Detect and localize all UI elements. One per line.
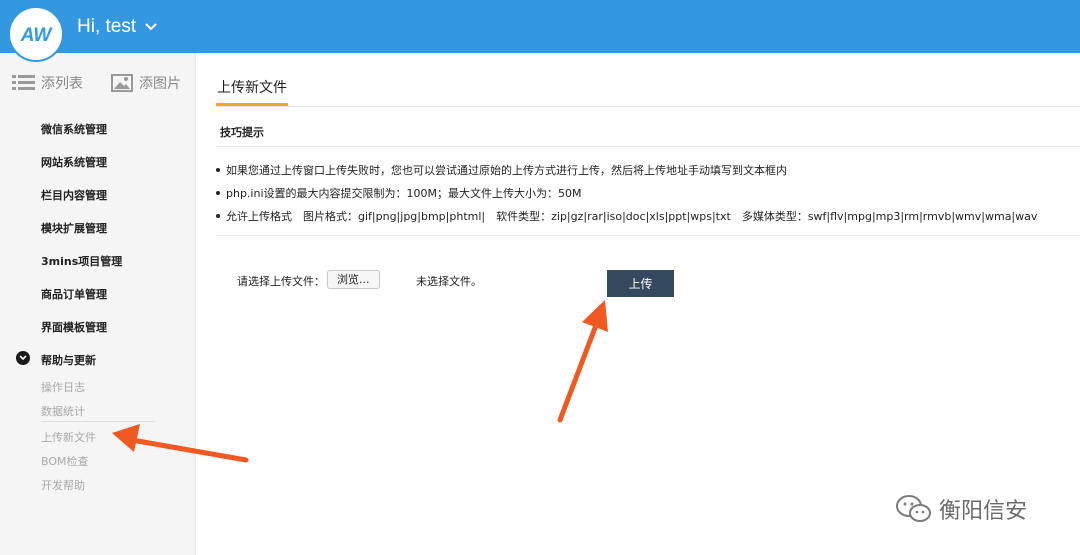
top-bar: Hi, test [0, 0, 1080, 53]
submenu-upload-file[interactable]: 上传新文件 [41, 429, 96, 445]
tips-divider-bottom [216, 235, 1080, 236]
add-list-button[interactable]: 添列表 [12, 73, 83, 93]
tip-text: 如果您通过上传窗口上传失败时，您也可以尝试通过原始的上传方式进行上传，然后将上传… [226, 164, 787, 177]
submenu-dev-help[interactable]: 开发帮助 [41, 477, 85, 493]
bullet-icon [216, 168, 220, 172]
menu-help-update[interactable]: 帮助与更新 [41, 352, 96, 368]
tips-title: 技巧提示 [220, 126, 264, 139]
menu-3mins-project[interactable]: 3mins项目管理 [41, 253, 122, 269]
add-image-button[interactable]: 添图片 [111, 73, 181, 93]
main-content: 上传新文件 技巧提示 如果您通过上传窗口上传失败时，您也可以尝试通过原始的上传方… [196, 53, 1080, 555]
tab-upload-file[interactable]: 上传新文件 [216, 77, 288, 97]
tip-text: 允许上传格式 图片格式：gif|png|jpg|bmp|phtml| 软件类型：… [226, 210, 1038, 223]
list-icon [12, 75, 35, 90]
menu-interface-template[interactable]: 界面模板管理 [41, 319, 107, 335]
menu-column-content[interactable]: 栏目内容管理 [41, 187, 107, 203]
browse-button[interactable]: 浏览... [327, 270, 380, 289]
chevron-down-icon [144, 16, 158, 38]
watermark: 衡阳信安 [895, 493, 1027, 525]
bullet-icon [216, 214, 220, 218]
sidebar: 添列表 添图片 微信系统管理 网站系统管理 栏目内容管理 模块扩展管理 3min… [0, 53, 196, 555]
tips-divider-top [216, 146, 1080, 147]
tip-item: php.ini设置的最大内容提交限制为：100M；最大文件上传大小为：50M [216, 185, 582, 201]
tab-bar: 上传新文件 [216, 53, 1080, 107]
upload-label: 请选择上传文件： [237, 275, 325, 288]
logo-icon: AW [20, 25, 54, 45]
tip-item: 允许上传格式 图片格式：gif|png|jpg|bmp|phtml| 软件类型：… [216, 208, 1037, 224]
wechat-icon [896, 495, 931, 522]
add-image-label: 添图片 [139, 76, 181, 92]
image-icon [111, 74, 133, 92]
svg-text:AW: AW [20, 25, 54, 45]
tip-item: 如果您通过上传窗口上传失败时，您也可以尝试通过原始的上传方式进行上传，然后将上传… [216, 162, 787, 178]
user-menu[interactable]: Hi, test [77, 16, 158, 38]
submenu-bom-check[interactable]: BOM检查 [41, 453, 89, 469]
watermark-text: 衡阳信安 [939, 499, 1028, 524]
menu-website-system[interactable]: 网站系统管理 [41, 154, 107, 170]
menu-module-extension[interactable]: 模块扩展管理 [41, 220, 107, 236]
menu-product-orders[interactable]: 商品订单管理 [41, 286, 107, 302]
logo[interactable]: AW [8, 6, 64, 62]
tip-text: php.ini设置的最大内容提交限制为：100M；最大文件上传大小为：50M [226, 187, 582, 200]
menu-wechat-system[interactable]: 微信系统管理 [41, 121, 107, 137]
add-list-label: 添列表 [41, 76, 83, 92]
submenu-divider [41, 421, 155, 422]
greeting-text: Hi, test [77, 16, 137, 37]
tab-active-indicator [216, 103, 288, 106]
bullet-icon [216, 191, 220, 195]
no-file-text: 未选择文件。 [416, 275, 482, 288]
submenu-statistics[interactable]: 数据统计 [41, 403, 85, 419]
submenu-operation-log[interactable]: 操作日志 [41, 379, 85, 395]
chevron-down-circle-icon [16, 351, 30, 365]
upload-button[interactable]: 上传 [607, 270, 674, 297]
